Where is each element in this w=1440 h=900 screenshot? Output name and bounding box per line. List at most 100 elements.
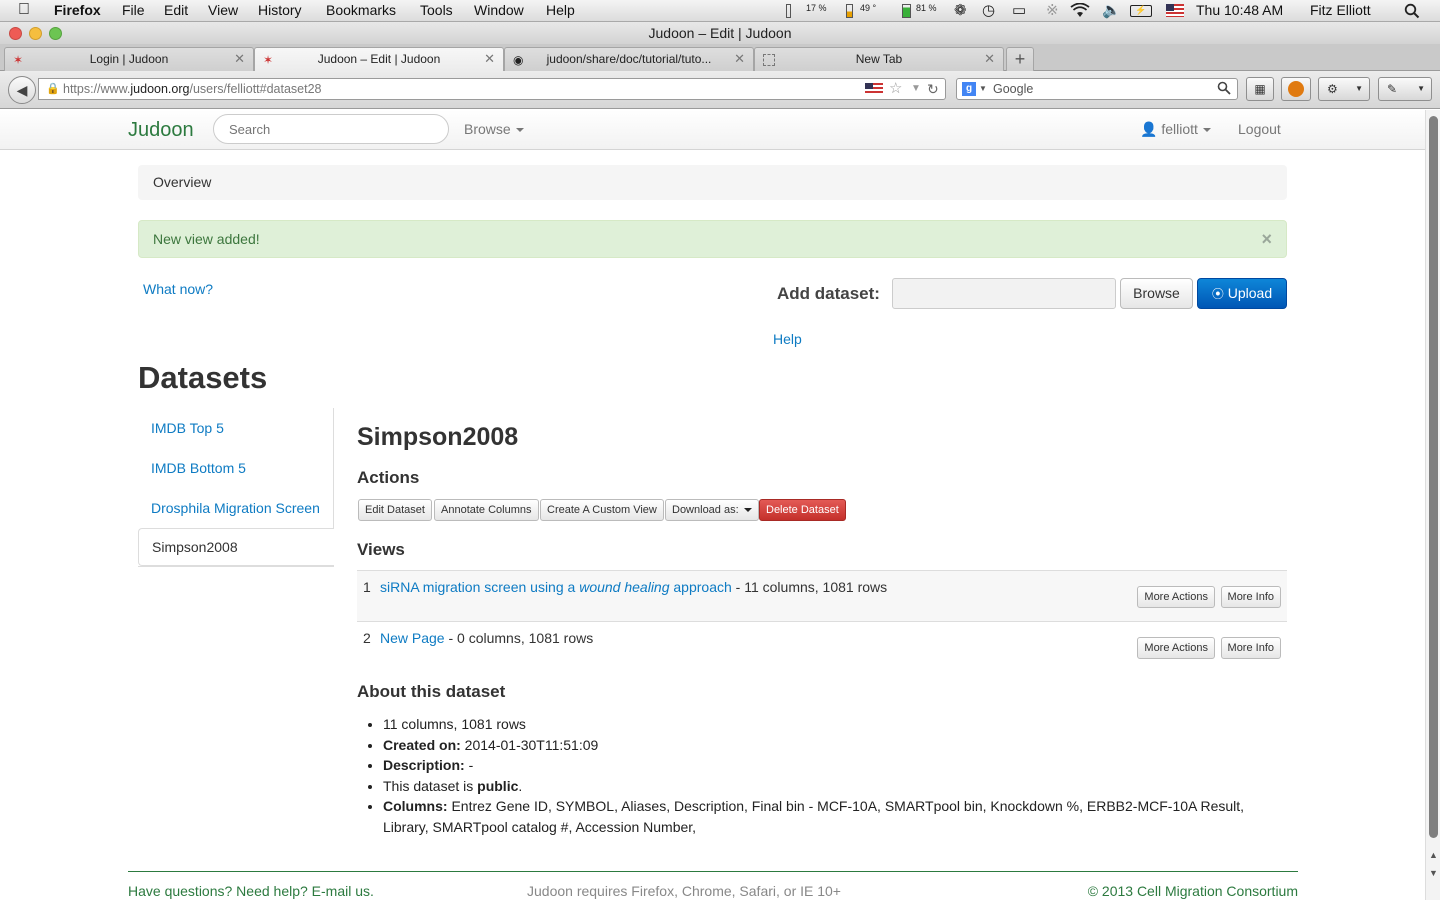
sidebar-item-simpson2008[interactable]: Simpson2008 xyxy=(138,528,334,566)
breadcrumb: Overview xyxy=(138,165,1287,200)
breadcrumb-overview[interactable]: Overview xyxy=(153,174,211,190)
time-machine-icon[interactable]: ◷ xyxy=(982,3,995,19)
footer-copyright: © 2013 Cell Migration Consortium xyxy=(1087,883,1298,899)
tab-label: judoon/share/doc/tutorial/tuto... xyxy=(546,52,712,66)
zoom-window-icon[interactable] xyxy=(49,27,62,40)
list-item: This dataset is public. xyxy=(383,776,1273,797)
menu-history[interactable]: History xyxy=(258,2,302,18)
apple-icon[interactable]:  xyxy=(18,1,30,19)
list-item: Description: - xyxy=(383,755,1273,776)
butterfly-icon[interactable]: ❁ xyxy=(954,3,967,19)
edit-dataset-button[interactable]: Edit Dataset xyxy=(358,499,432,521)
close-icon[interactable]: × xyxy=(1261,221,1272,258)
tab-new-tab[interactable]: New Tab ✕ xyxy=(754,47,1004,71)
cpu-meter-icon xyxy=(786,4,791,18)
scroll-down-arrow-icon[interactable]: ▼ xyxy=(1429,868,1438,878)
minimize-window-icon[interactable] xyxy=(29,27,42,40)
browse-dropdown[interactable]: Browse xyxy=(464,121,524,137)
bookmark-star-icon[interactable]: ☆ xyxy=(889,79,902,99)
settings-gear-icon[interactable]: ⚙ ▼ xyxy=(1318,77,1370,101)
help-link[interactable]: Help xyxy=(773,331,802,347)
menu-help[interactable]: Help xyxy=(546,2,575,18)
tab-github[interactable]: ◉ judoon/share/doc/tutorial/tuto... ✕ xyxy=(504,47,754,71)
volume-icon[interactable]: 🔈 xyxy=(1102,3,1121,19)
engine-dropdown-icon[interactable]: ▼ xyxy=(979,79,987,99)
create-custom-view-button[interactable]: Create A Custom View xyxy=(540,499,664,521)
close-tab-icon[interactable]: ✕ xyxy=(484,48,495,70)
close-window-icon[interactable] xyxy=(9,27,22,40)
more-actions-button[interactable]: More Actions xyxy=(1137,637,1215,659)
columns-label: Columns: xyxy=(383,798,448,814)
close-tab-icon[interactable]: ✕ xyxy=(234,48,245,70)
airplay-icon[interactable]: ▭ xyxy=(1012,3,1026,19)
view-link[interactable]: siRNA migration screen using a wound hea… xyxy=(380,579,732,595)
chevron-down-icon xyxy=(515,128,524,133)
download-as-dropdown[interactable]: Download as: xyxy=(665,499,759,521)
tab-judoon-edit[interactable]: ✶ Judoon – Edit | Judoon ✕ xyxy=(254,47,504,71)
file-input[interactable] xyxy=(892,278,1116,309)
menu-tools[interactable]: Tools xyxy=(420,2,453,18)
more-actions-button[interactable]: More Actions xyxy=(1137,586,1215,608)
menubar-clock[interactable]: Thu 10:48 AM xyxy=(1196,2,1283,18)
search-magnifier-icon[interactable] xyxy=(1217,81,1231,101)
what-now-link[interactable]: What now? xyxy=(143,281,213,297)
more-info-button[interactable]: More Info xyxy=(1220,637,1281,659)
annotate-columns-button[interactable]: Annotate Columns xyxy=(434,499,539,521)
add-dataset-label: Add dataset: xyxy=(777,284,880,303)
menu-edit[interactable]: Edit xyxy=(164,2,188,18)
back-arrow-icon[interactable]: ◀ xyxy=(8,76,36,104)
grid-view-icon[interactable]: ▦ xyxy=(1246,77,1274,101)
wifi-icon[interactable] xyxy=(1070,2,1090,19)
new-tab-plus-icon[interactable]: + xyxy=(1006,47,1034,71)
table-row: 1 siRNA migration screen using a wound h… xyxy=(357,570,1287,621)
view-link[interactable]: New Page xyxy=(380,630,445,646)
close-tab-icon[interactable]: ✕ xyxy=(984,48,995,70)
addon-icon[interactable] xyxy=(1281,77,1311,101)
sidebar-item-drosphila[interactable]: Drosphila Migration Screen xyxy=(138,488,334,528)
history-dropdown-icon[interactable]: ▼ xyxy=(911,79,921,99)
delete-dataset-button[interactable]: Delete Dataset xyxy=(759,499,846,521)
table-row: 2 New Page - 0 columns, 1081 rows More A… xyxy=(357,621,1287,672)
scroll-up-arrow-icon[interactable]: ▲ xyxy=(1429,850,1438,860)
view-entry: siRNA migration screen using a wound hea… xyxy=(380,579,887,595)
menubar-user[interactable]: Fitz Elliott xyxy=(1310,2,1371,18)
view-entry: New Page - 0 columns, 1081 rows xyxy=(380,630,593,646)
tab-login[interactable]: ✶ Login | Judoon ✕ xyxy=(4,47,254,71)
menu-app-name[interactable]: Firefox xyxy=(54,2,101,18)
google-icon[interactable]: g xyxy=(962,82,976,96)
flag-us-icon[interactable] xyxy=(1166,4,1184,17)
menu-view[interactable]: View xyxy=(208,2,238,18)
public-value: public xyxy=(477,777,519,794)
site-search-input[interactable] xyxy=(213,114,449,144)
menu-file[interactable]: File xyxy=(122,2,145,18)
more-info-button[interactable]: More Info xyxy=(1220,586,1281,608)
reload-icon[interactable]: ↻ xyxy=(927,79,939,99)
search-engine-bar[interactable]: g ▼ Google xyxy=(956,78,1238,100)
spotlight-search-icon[interactable] xyxy=(1404,3,1420,19)
brand-logo[interactable]: Judoon xyxy=(128,119,194,142)
page-scrollbar[interactable]: ▲ ▼ xyxy=(1425,110,1440,900)
user-icon: 👤 xyxy=(1140,121,1158,137)
description-label: Description: xyxy=(383,757,465,773)
list-item: Created on: 2014-01-30T11:51:09 xyxy=(383,735,1273,756)
menu-bookmarks[interactable]: Bookmarks xyxy=(326,2,396,18)
footer-help-link[interactable]: Have questions? Need help? E-mail us. xyxy=(128,883,374,899)
site-navbar: Judoon Browse 👤 felliott Logout xyxy=(0,110,1425,150)
dataset-title: Simpson2008 xyxy=(357,423,519,451)
browse-button[interactable]: Browse xyxy=(1120,278,1193,309)
search-engine-placeholder: Google xyxy=(993,82,1034,96)
menu-window[interactable]: Window xyxy=(474,2,524,18)
user-dropdown[interactable]: 👤 felliott xyxy=(1140,121,1211,138)
url-bar[interactable]: 🔒 https://www.judoon.org/users/felliott#… xyxy=(38,78,946,100)
flag-us-icon[interactable] xyxy=(865,83,883,95)
upload-button[interactable]: ⦿ Upload xyxy=(1197,278,1287,309)
close-tab-icon[interactable]: ✕ xyxy=(734,48,745,70)
bluetooth-icon[interactable]: ※ xyxy=(1046,3,1059,19)
logout-link[interactable]: Logout xyxy=(1238,121,1281,137)
developer-tools-icon[interactable]: ✎ ▼ xyxy=(1378,77,1432,101)
actions-heading: Actions xyxy=(357,468,420,487)
sidebar-item-imdb-top-5[interactable]: IMDB Top 5 xyxy=(138,408,334,448)
scrollbar-thumb[interactable] xyxy=(1429,116,1438,838)
sidebar-item-imdb-bottom-5[interactable]: IMDB Bottom 5 xyxy=(138,448,334,488)
battery-icon[interactable]: ⚡ xyxy=(1130,5,1152,17)
